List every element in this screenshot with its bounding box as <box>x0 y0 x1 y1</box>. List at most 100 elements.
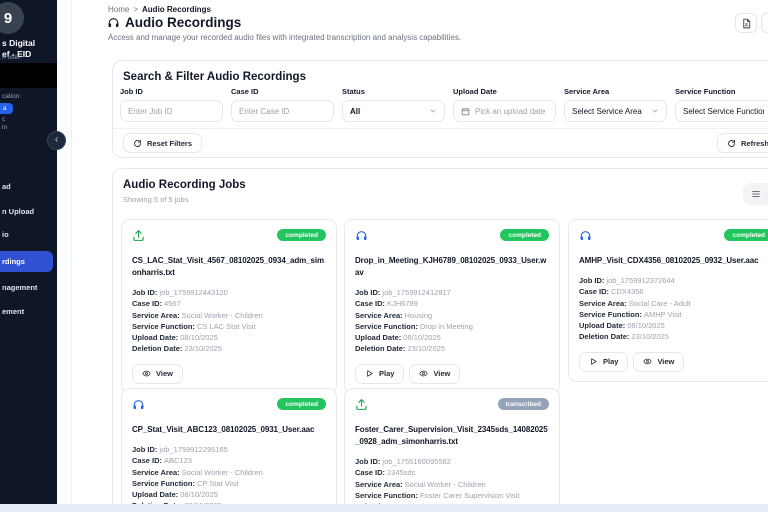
breadcrumb-home[interactable]: Home <box>108 5 129 14</box>
search-filter-panel: Search & Filter Audio Recordings Job ID … <box>112 60 768 158</box>
service-function-select[interactable]: Select Service Function <box>675 100 768 122</box>
status-badge: completed <box>500 229 549 241</box>
view-label: View <box>156 369 173 378</box>
refresh-data-label: Refresh Da <box>741 138 768 148</box>
sidebar-item-audio-recordings[interactable]: rdings <box>0 251 53 272</box>
service-area-value: Select Service Area <box>572 106 642 116</box>
field-upload-date: Upload Date: 08/10/2025 <box>132 333 218 342</box>
document-button[interactable] <box>735 13 757 33</box>
sidebar-item-audio[interactable]: io <box>0 230 57 239</box>
sidebar-item-management[interactable]: nagement <box>0 283 57 292</box>
recording-filename: CS_LAC_Stat_Visit_4567_08102025_0934_adm… <box>132 256 325 277</box>
field-job-id: Job ID: job_1759912372644 <box>579 276 675 285</box>
status-label: Status <box>342 87 365 96</box>
service-area-select[interactable]: Select Service Area <box>564 100 667 122</box>
field-job-id: Job ID: job_1755160095582 <box>355 457 451 466</box>
field-service-area: Service Area: Social Worker - Children <box>132 310 263 320</box>
app-logo: 9 <box>0 2 24 34</box>
view-toggle <box>743 183 768 205</box>
field-service-area: Service Area: Housing <box>355 310 433 320</box>
service-function-value: Select Service Function <box>683 106 764 116</box>
list-view-button[interactable] <box>745 185 767 203</box>
page-title: Audio Recordings <box>125 15 242 30</box>
sidebar: 9 s Digital ef - EID n user: cation: a c… <box>0 0 57 512</box>
recording-card: completed AMHP_Visit_CDX4356_08102025_093… <box>568 219 768 382</box>
chevron-down-icon <box>652 109 658 113</box>
upload-date-label: Upload Date <box>453 87 497 96</box>
recording-card: transcribed Foster_Carer_Supervision_Visi… <box>344 388 560 512</box>
upload-icon <box>355 398 368 416</box>
sidebar-item-management-2[interactable]: ement <box>0 307 57 316</box>
app-window: 9 s Digital ef - EID n user: cation: a c… <box>0 0 768 512</box>
sidebar-item-upload[interactable]: ad <box>0 182 57 191</box>
play-button[interactable]: Play <box>579 351 629 372</box>
headphones-icon <box>355 229 368 247</box>
horizontal-scrollbar[interactable] <box>0 504 768 512</box>
sidebar-item-admin-upload[interactable]: n Upload <box>0 207 57 216</box>
brand-line-1: s Digital <box>2 38 36 48</box>
status-badge: transcribed <box>497 398 549 410</box>
reset-filters-label: Reset Filters <box>147 138 193 148</box>
field-deletion-date: Deletion Date:23/10/2025 <box>132 344 222 354</box>
refresh-data-button[interactable]: Refresh Da <box>717 133 768 153</box>
field-service-function: Service Function: CS LAC Stat Visit <box>132 321 256 331</box>
field-upload-date: Upload Date: 08/10/2025 <box>355 333 441 342</box>
field-case-id: Case ID: ABC123 <box>132 456 192 466</box>
field-upload-date: Upload Date: 08/10/2025 <box>579 321 665 330</box>
filters-divider <box>113 128 768 129</box>
filters-title: Search & Filter Audio Recordings <box>123 71 306 83</box>
breadcrumb: Home > Audio Recordings <box>108 5 211 14</box>
sidebar-collapse-button[interactable]: ‹ <box>47 131 66 150</box>
field-service-function: Service Function: Drop in Meeting <box>355 321 473 331</box>
breadcrumb-separator: > <box>133 5 139 14</box>
microphone-button[interactable] <box>761 13 768 33</box>
refresh-icon <box>134 139 141 147</box>
calendar-icon <box>461 107 470 115</box>
breadcrumb-current: Audio Recordings <box>142 5 211 14</box>
play-label: Play <box>603 357 619 366</box>
view-button[interactable]: View <box>132 363 183 384</box>
field-service-function: Service Function: AMHP Visit <box>579 309 682 319</box>
play-button[interactable]: Play <box>355 363 405 384</box>
service-function-label: Service Function <box>675 87 736 96</box>
view-label: View <box>657 357 675 366</box>
field-service-area: Service Area: Social Care - Adult <box>579 298 691 308</box>
headphones-icon <box>132 398 145 416</box>
meta-line-2: in <box>2 124 8 131</box>
status-select[interactable]: All <box>342 100 445 122</box>
recording-filename: CP_Stat_Visit_ABC123_08102025_0931_User.… <box>132 425 315 434</box>
user-redacted-box <box>0 63 57 88</box>
upload-date-picker[interactable]: Pick an upload date <box>453 100 556 122</box>
audio-recording-jobs-panel: Audio Recording Jobs Showing 5 of 5 jobs… <box>112 168 768 512</box>
field-job-id: Job ID: job_1759912412817 <box>355 288 451 297</box>
recording-card: completed CS_LAC_Stat_Visit_4567_08102025… <box>121 219 337 394</box>
reset-filters-button[interactable]: Reset Filters <box>123 133 203 153</box>
status-value: All <box>350 106 361 116</box>
view-button[interactable]: View <box>633 351 685 372</box>
field-service-area: Service Area: Social Worker - Children <box>355 479 486 489</box>
job-id-label: Job ID <box>120 87 143 96</box>
status-badge: completed <box>724 229 768 241</box>
view-button[interactable]: View <box>409 363 461 384</box>
headphones-icon <box>108 18 119 28</box>
field-case-id: Case ID: 4567 <box>132 299 181 309</box>
field-deletion-date: Deletion Date:23/10/2025 <box>355 344 445 354</box>
case-id-label: Case ID <box>231 87 259 96</box>
list-icon <box>752 191 760 197</box>
upload-icon <box>132 229 145 247</box>
upload-date-placeholder: Pick an upload date <box>475 106 546 116</box>
location-label: cation: <box>2 93 22 100</box>
headphones-icon <box>579 229 592 247</box>
status-badge: completed <box>277 229 326 241</box>
page-subtitle: Access and manage your recorded audio fi… <box>108 33 462 42</box>
sidebar-gutter <box>57 0 72 512</box>
recording-filename: AMHP_Visit_CDX4356_08102025_0932_User.aa… <box>579 256 759 265</box>
document-icon <box>742 18 750 28</box>
job-id-input[interactable] <box>128 106 215 116</box>
field-service-area: Service Area: Social Worker - Children <box>132 467 263 477</box>
case-id-input[interactable] <box>239 106 326 116</box>
field-service-function: Service Function: CP Stat Visit <box>132 478 239 488</box>
recording-card: completed Drop_in_Meeting_KJH6789_0810202… <box>344 219 560 394</box>
eye-icon <box>142 369 151 378</box>
field-job-id: Job ID: job_1759912443120 <box>132 288 228 297</box>
